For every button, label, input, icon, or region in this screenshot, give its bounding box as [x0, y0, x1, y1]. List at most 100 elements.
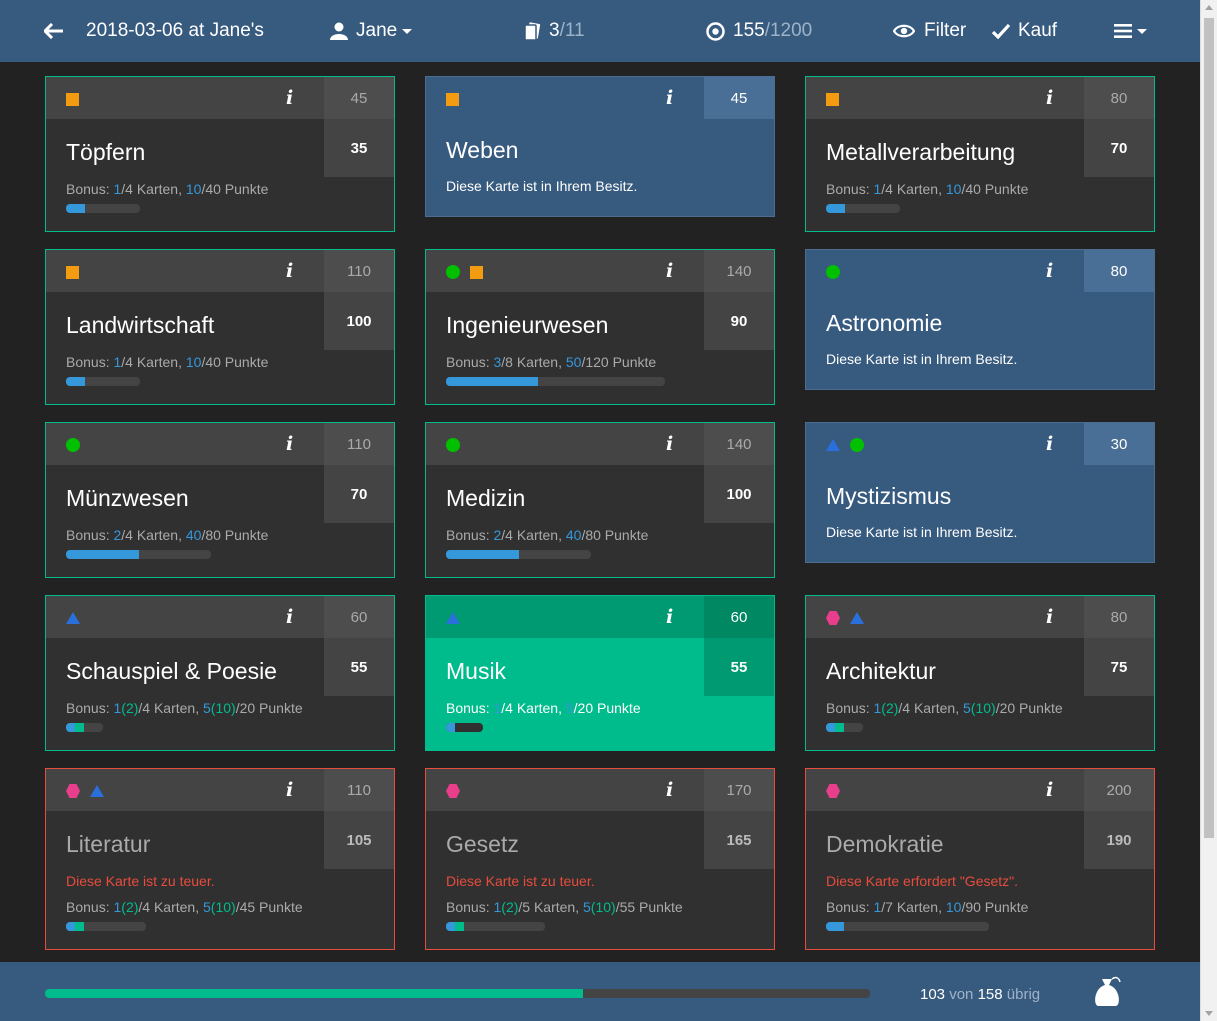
card-name: Gesetz: [446, 831, 519, 857]
scrollbar[interactable]: [1200, 0, 1217, 1021]
bonus-progress-fill: [826, 723, 835, 732]
card-musik[interactable]: i 60 55 Musik Bonus: 1/4 Karten, 5/20 Punkte: [425, 595, 775, 751]
card-name: Weben: [446, 137, 519, 163]
points-count: 155/1200: [706, 0, 812, 62]
bonus-points: 40: [185, 527, 202, 543]
menu-dropdown[interactable]: [1114, 0, 1147, 62]
bonus-points-total: /55 Punkte: [615, 899, 683, 915]
bonus-cards-extra: (2): [881, 700, 899, 716]
card-symbols: [66, 611, 80, 625]
bonus-points-total: /90 Punkte: [961, 899, 1029, 915]
card-name: Münzwesen: [66, 485, 189, 511]
bonus-progress-extra-fill: [455, 922, 464, 931]
card-price: 90: [704, 292, 774, 350]
card-landwirtschaft[interactable]: i 110 100 Landwirtschaft Bonus: 1/4 Karten, …: [45, 249, 395, 405]
card-symbols: [826, 265, 840, 279]
bonus-points: 5: [583, 899, 591, 915]
user-dropdown[interactable]: Jane: [330, 0, 413, 62]
info-icon[interactable]: i: [666, 606, 673, 628]
card-symbols: [66, 784, 104, 798]
card-symbols: [66, 265, 79, 279]
bonus-progress-fill: [66, 723, 75, 732]
card-ingenieurwesen[interactable]: i 140 90 Ingenieurwesen Bonus: 3/8 Karten, 5…: [425, 249, 775, 405]
card-name: Landwirtschaft: [66, 312, 215, 338]
card-name: Medizin: [446, 485, 526, 511]
money-bag-icon[interactable]: [1092, 974, 1122, 1008]
scrollbar-thumb[interactable]: [1204, 18, 1214, 838]
card-demokratie[interactable]: i 200 190 Demokratie Diese Karte erfordert "…: [805, 768, 1155, 950]
info-icon[interactable]: i: [286, 433, 293, 455]
card-cost: 140: [704, 423, 774, 465]
bonus-points-total: /45 Punkte: [235, 899, 303, 915]
info-icon[interactable]: i: [666, 433, 673, 455]
info-icon[interactable]: i: [1046, 433, 1053, 455]
info-icon[interactable]: i: [1046, 606, 1053, 628]
bonus-progress-bar: [66, 377, 140, 386]
card-symbols: [446, 784, 460, 798]
bonus-points-extra: (10): [210, 700, 236, 716]
card-mystizismus[interactable]: i 30 Mystizismus Diese Karte ist in Ihrem B…: [805, 422, 1155, 563]
triangle-icon: [850, 612, 864, 624]
info-icon[interactable]: i: [286, 779, 293, 801]
bonus-cards-total: /4 Karten,: [501, 700, 566, 716]
back-button[interactable]: [44, 0, 64, 62]
card-schauspiel-poesie[interactable]: i 60 55 Schauspiel & Poesie Bonus: 1(2)/4 Ka…: [45, 595, 395, 751]
card-cost: 110: [324, 769, 394, 811]
card-symbols: [826, 611, 864, 625]
card-münzwesen[interactable]: i 110 70 Münzwesen Bonus: 2/4 Karten, 40/80 …: [45, 422, 395, 578]
bonus-points: 10: [185, 181, 202, 197]
triangle-icon: [90, 785, 104, 797]
card-medizin[interactable]: i 140 100 Medizin Bonus: 2/4 Karten, 40/80 P…: [425, 422, 775, 578]
info-icon[interactable]: i: [1046, 779, 1053, 801]
info-icon[interactable]: i: [286, 606, 293, 628]
triangle-icon: [446, 612, 460, 624]
bonus-cards-extra: (2): [501, 899, 519, 915]
card-architektur[interactable]: i 80 75 Architektur Bonus: 1(2)/4 Karten, 5(…: [805, 595, 1155, 751]
points-total: /1200: [764, 20, 813, 41]
card-metallverarbeitung[interactable]: i 80 70 Metallverarbeitung Bonus: 1/4 Karten…: [805, 76, 1155, 232]
scroll-up-arrow-icon[interactable]: [1205, 5, 1213, 10]
bonus-cards-total: /4 Karten,: [121, 354, 186, 370]
bonus-progress-fill: [446, 723, 455, 732]
card-symbols: [66, 92, 79, 106]
bonus-cards-total: /4 Karten,: [881, 181, 946, 197]
info-icon[interactable]: i: [666, 87, 673, 109]
bonus-progress-bar: [826, 922, 989, 931]
info-icon[interactable]: i: [286, 87, 293, 109]
bonus-points: 10: [945, 899, 962, 915]
card-weben[interactable]: i 45 Weben Diese Karte ist in Ihrem Besitz.: [425, 76, 775, 217]
card-name: Metallverarbeitung: [826, 139, 1016, 165]
bonus-progress-fill: [446, 377, 538, 386]
info-icon[interactable]: i: [286, 260, 293, 282]
bonus-progress-bar: [66, 550, 211, 559]
card-header: i 45: [426, 77, 774, 119]
bonus-cards-total: /4 Karten,: [898, 700, 963, 716]
filter-button[interactable]: Filter: [893, 0, 966, 62]
owned-message: Diese Karte ist in Ihrem Besitz.: [826, 524, 1018, 540]
card-töpfern[interactable]: i 45 35 Töpfern Bonus: 1/4 Karten, 10/40 Pun…: [45, 76, 395, 232]
card-astronomie[interactable]: i 80 Astronomie Diese Karte ist in Ihrem Be…: [805, 249, 1155, 390]
scroll-down-arrow-icon[interactable]: [1205, 1011, 1213, 1016]
card-gesetz[interactable]: i 170 165 Gesetz Diese Karte ist zu teuer. Bo…: [425, 768, 775, 950]
card-symbols: [446, 265, 483, 279]
hexagon-icon: [826, 784, 840, 798]
bonus-progress-bar: [66, 204, 140, 213]
bonus-cards-total: /4 Karten,: [121, 181, 186, 197]
card-cost: 110: [324, 423, 394, 465]
buy-button[interactable]: Kauf: [992, 0, 1057, 62]
caret-down-icon: [402, 28, 413, 34]
page-title-text: 2018-03-06 at Jane's: [86, 20, 264, 41]
card-cost: 60: [324, 596, 394, 638]
owned-message: Diese Karte ist in Ihrem Besitz.: [446, 178, 638, 194]
card-price: 70: [324, 465, 394, 523]
points-have: 155: [733, 20, 765, 41]
square-icon: [66, 92, 79, 106]
info-icon[interactable]: i: [666, 779, 673, 801]
card-literatur[interactable]: i 110 105 Literatur Diese Karte ist zu teuer…: [45, 768, 395, 950]
hexagon-icon: [826, 611, 840, 625]
info-icon[interactable]: i: [1046, 260, 1053, 282]
info-icon[interactable]: i: [1046, 87, 1053, 109]
info-icon[interactable]: i: [666, 260, 673, 282]
bonus-cards-total: /5 Karten,: [518, 899, 583, 915]
card-header: i 80: [806, 77, 1154, 119]
